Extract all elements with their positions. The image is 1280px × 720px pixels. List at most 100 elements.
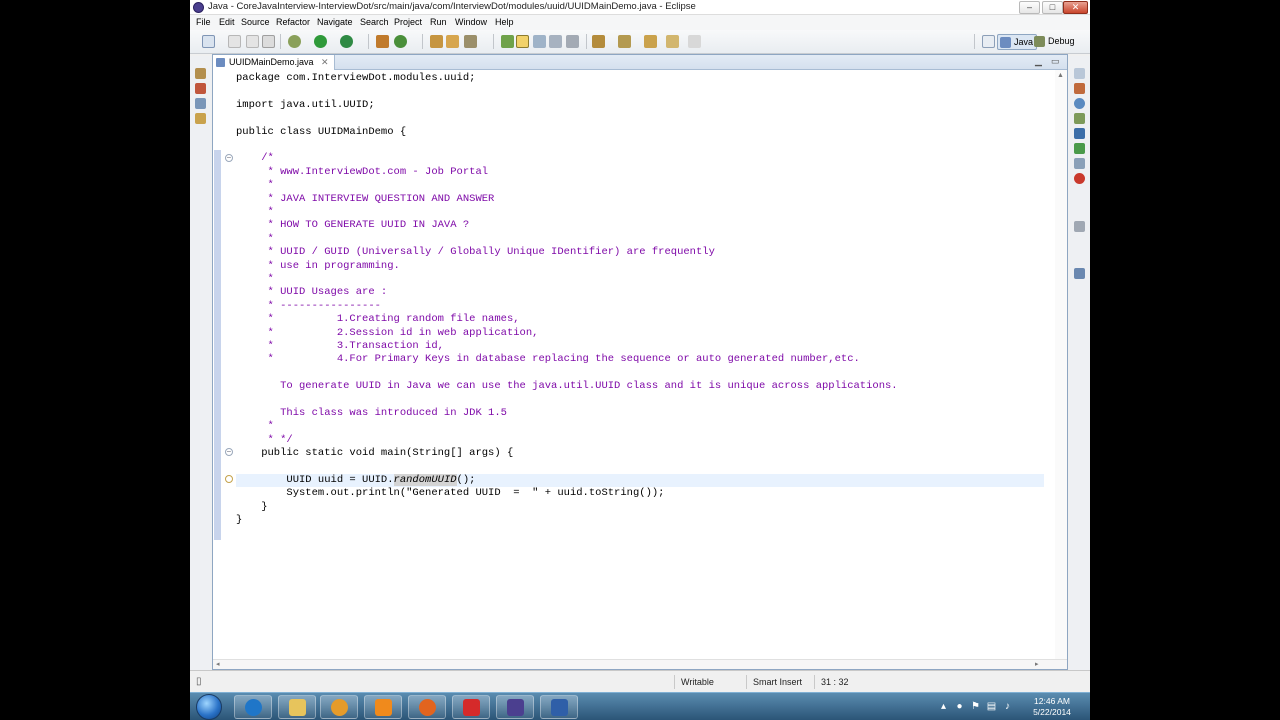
code-line[interactable]: * UUID Usages are :: [236, 286, 388, 299]
taskbar-app-red[interactable]: [452, 695, 490, 719]
start-button[interactable]: [196, 694, 222, 720]
fold-comment-icon[interactable]: –: [225, 154, 233, 162]
code-line[interactable]: }: [236, 501, 267, 514]
tray-app-icon[interactable]: ●: [954, 701, 965, 712]
code-line[interactable]: * 1.Creating random file names,: [236, 313, 520, 326]
menu-refactor[interactable]: Refactor: [276, 17, 310, 27]
fast-view-icon[interactable]: ▯: [196, 676, 207, 687]
new-package-icon[interactable]: [394, 35, 407, 48]
code-line[interactable]: * 4.For Primary Keys in database replaci…: [236, 353, 860, 366]
outline-icon[interactable]: [195, 98, 206, 109]
code-line[interactable]: UUID uuid = UUID.randomUUID();: [236, 474, 475, 487]
search-icon[interactable]: [464, 35, 477, 48]
word-wrap-icon[interactable]: [533, 35, 546, 48]
horizontal-scrollbar[interactable]: ◂ ▸: [213, 659, 1067, 669]
taskbar-save-app[interactable]: [540, 695, 578, 719]
code-line[interactable]: *: [236, 420, 274, 433]
menu-file[interactable]: File: [196, 17, 211, 27]
code-line[interactable]: }: [236, 514, 242, 527]
scroll-right-icon[interactable]: ▸: [1035, 660, 1039, 668]
menu-search[interactable]: Search: [360, 17, 389, 27]
block-selection-icon[interactable]: [566, 35, 579, 48]
next-annotation-icon[interactable]: [501, 35, 514, 48]
print-icon[interactable]: [262, 35, 275, 48]
run-icon[interactable]: [314, 35, 327, 48]
vertical-scrollbar[interactable]: ▲: [1055, 70, 1067, 659]
tray-expand-icon[interactable]: ▴: [938, 701, 949, 712]
volume-icon[interactable]: ♪: [1002, 701, 1013, 712]
console-icon[interactable]: [1074, 128, 1085, 139]
code-line[interactable]: public class UUIDMainDemo {: [236, 126, 406, 139]
code-line[interactable]: * use in programming.: [236, 260, 400, 273]
taskbar-firefox[interactable]: [408, 695, 446, 719]
code-line[interactable]: *: [236, 206, 274, 219]
minimize-editor-icon[interactable]: ▁: [1035, 56, 1042, 67]
code-line[interactable]: * www.InterviewDot.com - Job Portal: [236, 166, 489, 179]
code-line[interactable]: To generate UUID in Java we can use the …: [236, 380, 898, 393]
code-line[interactable]: * */: [236, 434, 293, 447]
perspective-java[interactable]: Java: [997, 34, 1038, 50]
menu-run[interactable]: Run: [430, 17, 447, 27]
code-line[interactable]: *: [236, 273, 274, 286]
package-explorer-icon[interactable]: [195, 68, 206, 79]
debug-icon[interactable]: [288, 35, 301, 48]
back-icon[interactable]: [644, 35, 657, 48]
mark-occurrences-icon[interactable]: [516, 35, 529, 48]
outline-view-icon[interactable]: [1074, 221, 1085, 232]
code-line[interactable]: * 3.Transaction id,: [236, 340, 444, 353]
network-icon[interactable]: ▤: [986, 701, 997, 712]
taskbar-vlc[interactable]: [364, 695, 402, 719]
system-clock[interactable]: 12:46 AM 5/22/2014: [1024, 696, 1080, 718]
minimize-button[interactable]: –: [1019, 1, 1040, 14]
save-icon[interactable]: [228, 35, 241, 48]
forward-icon[interactable]: [666, 35, 679, 48]
previous-edit-icon[interactable]: [618, 35, 631, 48]
scroll-up-icon[interactable]: ▲: [1057, 72, 1064, 79]
code-line[interactable]: public static void main(String[] args) {: [236, 447, 513, 460]
menu-source[interactable]: Source: [241, 17, 270, 27]
code-line[interactable]: *: [236, 233, 274, 246]
flag-icon[interactable]: ⚑: [970, 701, 981, 712]
problems-icon[interactable]: [1074, 83, 1085, 94]
code-line[interactable]: package com.InterviewDot.modules.uuid;: [236, 72, 475, 85]
menu-help[interactable]: Help: [495, 17, 514, 27]
next-edit-icon[interactable]: [592, 35, 605, 48]
type-hierarchy-icon[interactable]: [1074, 268, 1085, 279]
new-icon[interactable]: [202, 35, 215, 48]
close-button[interactable]: ✕: [1063, 1, 1088, 14]
show-whitespace-icon[interactable]: [549, 35, 562, 48]
menu-project[interactable]: Project: [394, 17, 422, 27]
hierarchy-icon[interactable]: [195, 83, 206, 94]
code-line[interactable]: * HOW TO GENERATE UUID IN JAVA ?: [236, 219, 470, 232]
code-area[interactable]: package com.InterviewDot.modules.uuid; im…: [236, 71, 1044, 659]
code-line[interactable]: *: [236, 179, 274, 192]
menu-window[interactable]: Window: [455, 17, 487, 27]
taskbar-internet-explorer[interactable]: [234, 695, 272, 719]
save-all-icon[interactable]: [246, 35, 259, 48]
taskbar-media-player[interactable]: [320, 695, 358, 719]
menu-edit[interactable]: Edit: [219, 17, 235, 27]
error-log-icon[interactable]: [1074, 173, 1085, 184]
code-line[interactable]: System.out.println("Generated UUID = " +…: [236, 487, 664, 500]
new-java-project-icon[interactable]: [376, 35, 389, 48]
maximize-editor-icon[interactable]: ▭: [1051, 56, 1060, 67]
open-perspective-icon[interactable]: [982, 35, 995, 48]
tab-close-icon[interactable]: ✕: [321, 55, 329, 70]
junit-icon[interactable]: [195, 113, 206, 124]
forward-dropdown-icon[interactable]: [688, 35, 701, 48]
search-view-icon[interactable]: [1074, 158, 1085, 169]
open-resource-icon[interactable]: [446, 35, 459, 48]
perspective-debug[interactable]: Debug: [1032, 34, 1078, 50]
taskbar-eclipse[interactable]: [496, 695, 534, 719]
code-line[interactable]: * ----------------: [236, 300, 381, 313]
task-list-icon[interactable]: [1074, 68, 1085, 79]
maximize-button[interactable]: □: [1042, 1, 1063, 14]
code-line[interactable]: * 2.Session id in web application,: [236, 327, 539, 340]
code-line[interactable]: * UUID / GUID (Universally / Globally Un…: [236, 246, 715, 259]
editor-tab-uuidmaindemo[interactable]: UUIDMainDemo.java ✕: [213, 55, 335, 70]
fold-method-icon[interactable]: –: [225, 448, 233, 456]
declaration-icon[interactable]: [1074, 113, 1085, 124]
external-tools-icon[interactable]: [340, 35, 353, 48]
taskbar-file-explorer[interactable]: [278, 695, 316, 719]
open-type-icon[interactable]: [430, 35, 443, 48]
